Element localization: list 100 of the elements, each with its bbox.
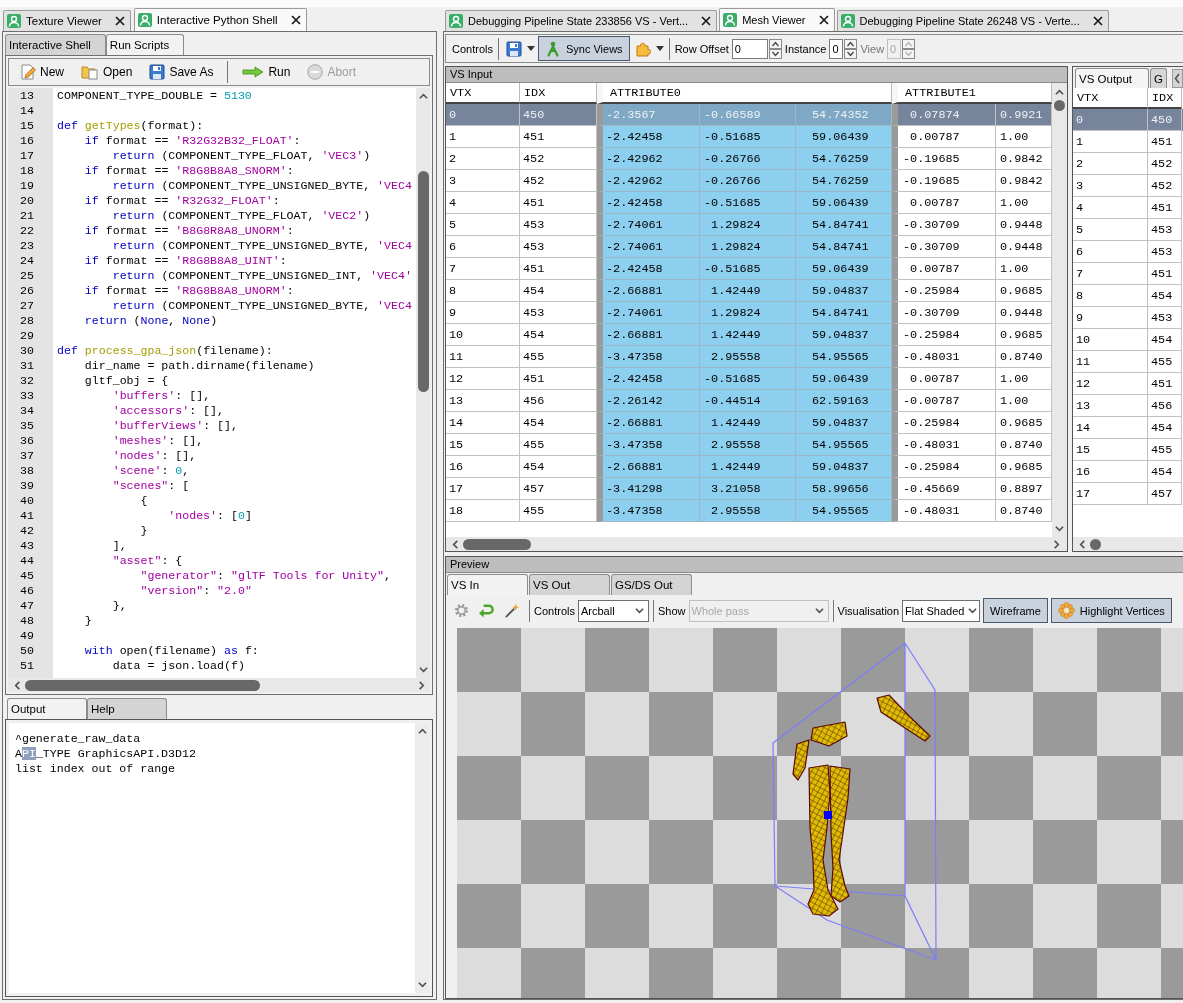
scrollbar-track[interactable] (1052, 83, 1067, 537)
chevron-up-icon[interactable] (1055, 88, 1064, 97)
table-row[interactable]: 12 451 -2.42458 -0.51685 59.06439 0.00787 1.00 (446, 368, 1052, 390)
scrollbar-thumb[interactable] (1090, 538, 1101, 550)
chevron-left-icon[interactable] (13, 680, 22, 690)
close-icon[interactable] (701, 16, 712, 26)
table-row[interactable]: 18 455 -3.47358 2.95558 54.95565 -0.48031 0.8740 (446, 500, 1052, 522)
table-row[interactable]: 11 455 (1073, 351, 1183, 373)
caret-icon[interactable] (655, 46, 664, 51)
caret-icon[interactable] (526, 46, 535, 51)
table-row[interactable]: 14 454 (1073, 417, 1183, 439)
tab[interactable]: Run Scripts (105, 34, 185, 55)
table-row[interactable]: 11 455 -3.47358 2.95558 54.95565 -0.48031 0.8740 (446, 346, 1052, 368)
column-header[interactable]: IDX (1148, 88, 1182, 109)
wand-icon[interactable] (504, 603, 519, 618)
chevron-down-icon[interactable] (968, 606, 978, 615)
chevron-right-icon[interactable] (417, 680, 426, 690)
tab[interactable]: Interactive Python Shell (133, 8, 307, 31)
chevron-up-icon[interactable] (902, 38, 916, 49)
table-row[interactable]: 5 453 -2.74061 1.29824 54.84741 -0.30709 0.9448 (446, 214, 1052, 236)
return-arrow-icon[interactable] (478, 603, 495, 618)
table-row[interactable]: 0 450 -2.3567 -0.66589 54.74352 0.07874 0.9921 (446, 104, 1052, 126)
highlight-vertices-button[interactable]: Highlight Vertices (1050, 598, 1172, 623)
row-offset-field[interactable]: 0 (731, 38, 768, 59)
visualisation-dropdown[interactable]: Flat Shaded (902, 599, 981, 622)
table-row[interactable]: 14 454 -2.66881 1.42449 59.04837 -0.25984 0.9685 (446, 412, 1052, 434)
table-row[interactable]: 6 453 -2.74061 1.29824 54.84741 -0.30709 0.9448 (446, 236, 1052, 258)
close-icon[interactable] (114, 16, 125, 26)
column-header[interactable]: VTX (446, 83, 520, 104)
tab[interactable]: Debugging Pipeline State 233856 VS - Vert... (445, 10, 718, 31)
checkerboard-background[interactable] (457, 628, 1183, 998)
chevron-down-icon[interactable] (1055, 524, 1064, 533)
tab[interactable]: Help (87, 698, 167, 719)
tab[interactable]: Debugging Pipeline State 26248 VS - Verte... (836, 10, 1109, 31)
close-icon[interactable] (818, 15, 829, 25)
table-row[interactable]: 2 452 (1073, 153, 1183, 175)
table-row[interactable]: 4 451 (1073, 197, 1183, 219)
table-row[interactable]: 13 456 (1073, 395, 1183, 417)
table-row[interactable]: 10 454 -2.66881 1.42449 59.04837 -0.25984 0.9685 (446, 324, 1052, 346)
table-row[interactable]: 7 451 (1073, 263, 1183, 285)
chevron-down-icon[interactable] (418, 665, 428, 674)
tab[interactable]: Output (7, 698, 87, 719)
table-row[interactable]: 3 452 -2.42962 -0.26766 54.76259 -0.19685 0.9842 (446, 170, 1052, 192)
table-row[interactable]: 1 451 (1073, 131, 1183, 153)
scrollbar-thumb[interactable] (463, 538, 531, 550)
scrollbar-track[interactable] (446, 537, 1067, 551)
chevron-down-icon[interactable] (768, 48, 782, 59)
table-row[interactable]: 16 454 (1073, 461, 1183, 483)
chevron-up-icon[interactable] (844, 38, 858, 49)
tab[interactable]: VS Output (1075, 68, 1150, 88)
table-row[interactable]: 17 457 (1073, 483, 1183, 505)
table-row[interactable]: 17 457 -3.41298 3.21058 58.99656 -0.45669 0.8897 (446, 478, 1052, 500)
scrollbar-track[interactable] (8, 678, 430, 692)
scrollbar-track[interactable] (415, 723, 429, 993)
tab[interactable]: Mesh Viewer (719, 8, 835, 31)
tab[interactable]: Interactive Shell (5, 34, 106, 55)
tab[interactable]: VS In (447, 574, 528, 595)
column-header[interactable]: ATTRIBUTE0 (597, 83, 892, 104)
table-row[interactable]: 13 456 -2.26142 -0.44514 62.59163 -0.00787 1.00 (446, 390, 1052, 412)
controls-dropdown[interactable]: Arcball (577, 599, 649, 622)
table-row[interactable]: 15 455 -3.47358 2.95558 54.95565 -0.48031 0.8740 (446, 434, 1052, 456)
table-row[interactable]: 15 455 (1073, 439, 1183, 461)
table-row[interactable]: 1 451 -2.42458 -0.51685 59.06439 0.00787 1.00 (446, 126, 1052, 148)
chevron-up-icon[interactable] (768, 38, 782, 49)
table-row[interactable]: 16 454 -2.66881 1.42449 59.04837 -0.25984 0.9685 (446, 456, 1052, 478)
column-header[interactable]: ATTRIBUTE1 (892, 83, 1052, 104)
close-icon[interactable] (290, 15, 301, 25)
chevron-right-icon[interactable] (1052, 539, 1061, 549)
chevron-up-icon[interactable] (417, 727, 427, 736)
scrollbar-thumb[interactable] (25, 679, 260, 691)
chevron-left-icon[interactable] (451, 539, 460, 549)
scrollbar-track[interactable] (416, 88, 430, 678)
save-as-button[interactable]: Save As (146, 62, 217, 82)
tab[interactable]: Texture Viewer (3, 10, 131, 31)
table-row[interactable]: 6 453 (1073, 241, 1183, 263)
table-row[interactable]: 8 454 -2.66881 1.42449 59.04837 -0.25984 0.9685 (446, 280, 1052, 302)
new-button[interactable]: New (17, 62, 67, 82)
close-icon[interactable] (1092, 16, 1103, 26)
scrollbar-track[interactable] (1073, 537, 1183, 551)
table-row[interactable]: 9 453 (1073, 307, 1183, 329)
column-header[interactable]: IDX (520, 83, 597, 104)
table-row[interactable]: 5 453 (1073, 219, 1183, 241)
sync-views-button[interactable]: Sync Views (537, 36, 630, 61)
run-button[interactable]: Run (239, 63, 294, 81)
chevron-down-icon[interactable] (417, 980, 427, 989)
table-row[interactable]: 2 452 -2.42962 -0.26766 54.76259 -0.19685 0.9842 (446, 148, 1052, 170)
scrollbar-thumb[interactable] (1054, 100, 1065, 111)
table-row[interactable]: 8 454 (1073, 285, 1183, 307)
table-row[interactable]: 3 452 (1073, 175, 1183, 197)
table-row[interactable]: 10 454 (1073, 329, 1183, 351)
tab[interactable]: GS/DS Out (611, 574, 692, 595)
chevron-left-icon[interactable] (1078, 539, 1087, 549)
instance-field[interactable]: 0 (829, 38, 844, 59)
tab[interactable]: G (1150, 68, 1167, 88)
chevron-down-icon[interactable] (844, 48, 858, 59)
chevron-up-icon[interactable] (418, 92, 428, 101)
chevron-left-icon[interactable] (1172, 69, 1183, 88)
wireframe-button[interactable]: Wireframe (983, 598, 1048, 623)
column-header[interactable]: VTX (1073, 88, 1148, 109)
table-row[interactable]: 7 451 -2.42458 -0.51685 59.06439 0.00787 1.00 (446, 258, 1052, 280)
